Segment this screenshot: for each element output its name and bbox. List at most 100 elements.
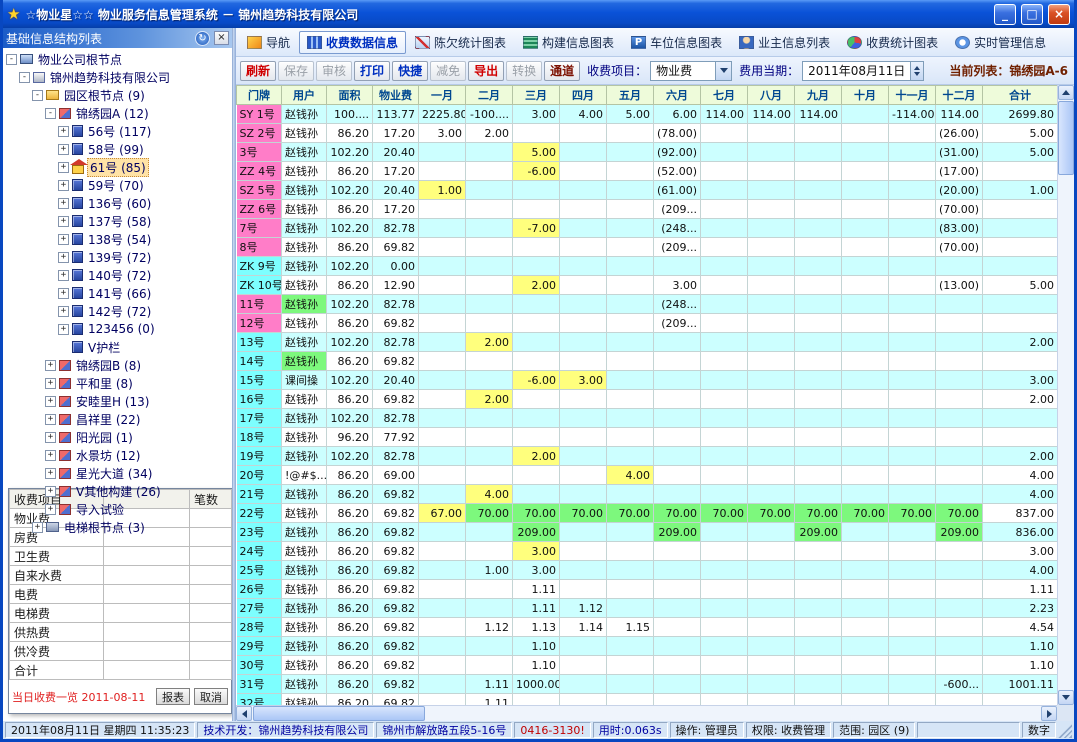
month-cell[interactable] xyxy=(466,162,513,181)
month-cell[interactable]: 1.00 xyxy=(466,561,513,580)
tree-item[interactable]: +137号 (58) xyxy=(3,212,232,230)
area-cell[interactable]: 86.20 xyxy=(327,694,373,706)
expand-icon[interactable]: + xyxy=(45,432,56,443)
fee-cell[interactable]: 82.78 xyxy=(373,409,419,428)
month-cell[interactable] xyxy=(748,124,795,143)
fee-cell[interactable]: 69.82 xyxy=(373,238,419,257)
month-cell[interactable] xyxy=(889,447,936,466)
tree-item[interactable]: +水景坊 (12) xyxy=(3,446,232,464)
door-cell[interactable]: 25号 xyxy=(237,561,282,580)
area-cell[interactable]: 86.20 xyxy=(327,124,373,143)
expand-icon[interactable]: + xyxy=(45,504,56,515)
month-cell[interactable] xyxy=(419,295,466,314)
grid-row[interactable]: SZ 5号赵钱孙102.2020.401.00(61.00)(20.00)1.0… xyxy=(237,181,1058,200)
month-cell[interactable] xyxy=(748,409,795,428)
door-cell[interactable]: 30号 xyxy=(237,656,282,675)
door-cell[interactable]: 17号 xyxy=(237,409,282,428)
area-cell[interactable]: 86.20 xyxy=(327,580,373,599)
user-cell[interactable]: 赵钱孙 xyxy=(282,694,327,706)
month-cell[interactable] xyxy=(560,333,607,352)
month-cell[interactable] xyxy=(560,447,607,466)
month-cell[interactable] xyxy=(466,637,513,656)
month-cell[interactable]: 209.00 xyxy=(513,523,560,542)
month-cell[interactable] xyxy=(936,466,983,485)
month-cell[interactable] xyxy=(701,428,748,447)
month-cell[interactable] xyxy=(513,466,560,485)
month-cell[interactable] xyxy=(560,466,607,485)
month-cell[interactable] xyxy=(654,599,701,618)
grid-row[interactable]: 21号赵钱孙86.2069.824.004.00 xyxy=(237,485,1058,504)
door-cell[interactable]: 28号 xyxy=(237,618,282,637)
panel-close-button[interactable]: × xyxy=(214,31,229,45)
month-cell[interactable] xyxy=(795,238,842,257)
area-cell[interactable]: 102.20 xyxy=(327,181,373,200)
month-cell[interactable] xyxy=(889,656,936,675)
month-cell[interactable] xyxy=(654,694,701,706)
scroll-up-button[interactable] xyxy=(1058,85,1074,100)
month-cell[interactable] xyxy=(889,618,936,637)
month-cell[interactable] xyxy=(889,257,936,276)
month-cell[interactable] xyxy=(419,162,466,181)
month-cell[interactable] xyxy=(654,390,701,409)
expand-icon[interactable]: + xyxy=(45,396,56,407)
month-cell[interactable] xyxy=(748,162,795,181)
month-cell[interactable] xyxy=(889,409,936,428)
total-cell[interactable] xyxy=(983,257,1058,276)
total-cell[interactable]: 1.10 xyxy=(983,656,1058,675)
month-cell[interactable] xyxy=(607,599,654,618)
month-cell[interactable] xyxy=(748,637,795,656)
month-cell[interactable] xyxy=(889,390,936,409)
month-cell[interactable] xyxy=(748,599,795,618)
month-cell[interactable]: 114.00 xyxy=(936,105,983,124)
month-cell[interactable] xyxy=(701,485,748,504)
area-cell[interactable]: 86.20 xyxy=(327,675,373,694)
month-cell[interactable] xyxy=(889,314,936,333)
month-cell[interactable] xyxy=(795,314,842,333)
month-cell[interactable] xyxy=(466,143,513,162)
month-cell[interactable] xyxy=(795,219,842,238)
area-cell[interactable]: 86.20 xyxy=(327,238,373,257)
month-cell[interactable]: 2.00 xyxy=(466,390,513,409)
month-cell[interactable] xyxy=(466,200,513,219)
grid-row[interactable]: 27号赵钱孙86.2069.821.111.122.23 xyxy=(237,599,1058,618)
month-cell[interactable] xyxy=(795,675,842,694)
tree-item[interactable]: +昌祥里 (22) xyxy=(3,410,232,428)
month-cell[interactable]: 3.00 xyxy=(513,542,560,561)
month-cell[interactable]: (209... xyxy=(654,238,701,257)
door-cell[interactable]: 20号 xyxy=(237,466,282,485)
tree-item[interactable]: +141号 (66) xyxy=(3,284,232,302)
month-cell[interactable] xyxy=(607,295,654,314)
month-cell[interactable] xyxy=(842,580,889,599)
user-cell[interactable]: 赵钱孙 xyxy=(282,257,327,276)
month-cell[interactable]: 2225.80 xyxy=(419,105,466,124)
area-cell[interactable]: 86.20 xyxy=(327,523,373,542)
month-cell[interactable] xyxy=(936,371,983,390)
fee-cell[interactable]: 82.78 xyxy=(373,333,419,352)
month-cell[interactable]: 70.00 xyxy=(842,504,889,523)
month-cell[interactable] xyxy=(701,561,748,580)
door-cell[interactable]: SY 1号 xyxy=(237,105,282,124)
month-cell[interactable] xyxy=(654,466,701,485)
total-cell[interactable]: 5.00 xyxy=(983,143,1058,162)
month-cell[interactable] xyxy=(936,637,983,656)
grid-row[interactable]: 31号赵钱孙86.2069.821.111000.00-600...1001.1… xyxy=(237,675,1058,694)
month-cell[interactable]: -600... xyxy=(936,675,983,694)
area-cell[interactable]: 86.20 xyxy=(327,656,373,675)
month-cell[interactable] xyxy=(936,352,983,371)
collapse-icon[interactable]: - xyxy=(19,72,30,83)
month-cell[interactable]: 4.00 xyxy=(466,485,513,504)
month-cell[interactable]: -114.00 xyxy=(889,105,936,124)
month-cell[interactable] xyxy=(748,580,795,599)
month-cell[interactable] xyxy=(466,371,513,390)
month-cell[interactable]: (20.00) xyxy=(936,181,983,200)
month-cell[interactable] xyxy=(842,561,889,580)
tab-fee-data[interactable]: 收费数据信息 xyxy=(299,31,406,54)
door-cell[interactable]: ZZ 4号 xyxy=(237,162,282,181)
grid-row[interactable]: 3号赵钱孙102.2020.405.00(92.00)(31.00)5.00 xyxy=(237,143,1058,162)
grid-row[interactable]: 12号赵钱孙86.2069.82(209... xyxy=(237,314,1058,333)
total-cell[interactable] xyxy=(983,200,1058,219)
month-cell[interactable] xyxy=(748,219,795,238)
month-cell[interactable] xyxy=(748,656,795,675)
fee-cell[interactable]: 82.78 xyxy=(373,295,419,314)
month-cell[interactable] xyxy=(607,181,654,200)
